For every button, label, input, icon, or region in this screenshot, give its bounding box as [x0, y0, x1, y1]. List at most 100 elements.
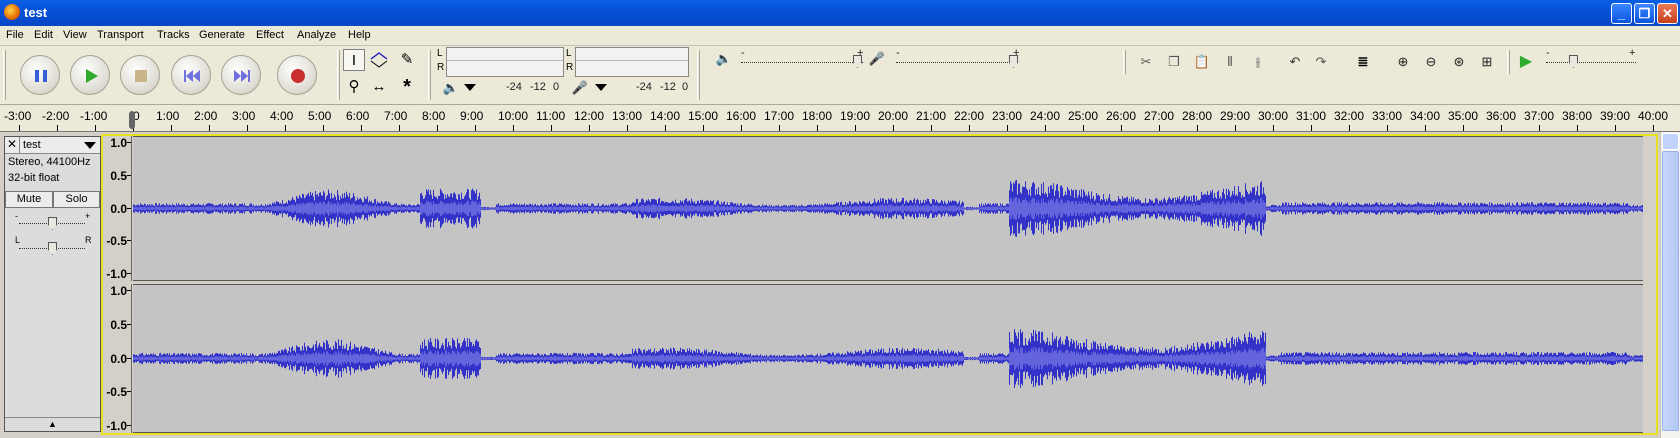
- sync-lock-icon[interactable]: ≣: [1352, 50, 1374, 72]
- waveform-right-channel[interactable]: [133, 284, 1643, 433]
- menu-effect[interactable]: Effect: [256, 29, 284, 41]
- paste-icon[interactable]: 📋: [1191, 50, 1213, 72]
- skip-to-start-button[interactable]: [171, 55, 211, 95]
- playhead-marker-icon[interactable]: [129, 111, 135, 129]
- draw-tool-icon[interactable]: ✎: [396, 49, 418, 71]
- amplitude-label: -0.5: [106, 234, 127, 249]
- toolbar-grip[interactable]: [337, 50, 340, 100]
- trim-icon[interactable]: ⫴: [1219, 50, 1241, 72]
- envelope-tool-icon[interactable]: [368, 49, 390, 71]
- ruler-tick: [969, 125, 970, 131]
- scroll-up-button[interactable]: [1662, 133, 1679, 150]
- toolbar-grip[interactable]: [428, 50, 431, 100]
- menu-transport[interactable]: Transport: [97, 29, 144, 41]
- ruler-tick: [1235, 125, 1236, 131]
- ruler-tick: [817, 125, 818, 131]
- menu-file[interactable]: File: [6, 29, 24, 41]
- ruler-tick: [95, 125, 96, 131]
- pan-slider-thumb[interactable]: [48, 242, 57, 255]
- skip-to-end-button[interactable]: [221, 55, 261, 95]
- ruler-tick: [513, 125, 514, 131]
- input-meter-right-label: R: [566, 62, 574, 73]
- pause-button[interactable]: [20, 55, 60, 95]
- ruler-label: 24:00: [1030, 109, 1061, 123]
- output-volume-thumb[interactable]: [853, 55, 862, 68]
- input-level-meter[interactable]: [575, 47, 689, 77]
- zoom-in-icon[interactable]: ⊕: [1392, 50, 1414, 72]
- ruler-label: 27:00: [1144, 109, 1175, 123]
- menu-edit[interactable]: Edit: [34, 29, 53, 41]
- cut-icon[interactable]: ✂: [1135, 50, 1157, 72]
- playback-speed-slider[interactable]: [1546, 62, 1636, 63]
- time-shift-tool-icon[interactable]: ↔: [368, 76, 390, 98]
- ruler-tick: [323, 125, 324, 131]
- ruler-tick: [855, 125, 856, 131]
- output-volume-slider[interactable]: [741, 62, 863, 63]
- menu-bar: File Edit View Transport Tracks Generate…: [0, 26, 1680, 46]
- waveform-left-channel[interactable]: [133, 136, 1643, 281]
- fit-selection-icon[interactable]: ⊛: [1448, 50, 1470, 72]
- minimize-button[interactable]: _: [1611, 3, 1632, 24]
- input-volume-slider[interactable]: [896, 62, 1018, 63]
- record-button[interactable]: [277, 55, 317, 95]
- zoom-out-icon[interactable]: ⊖: [1420, 50, 1442, 72]
- scroll-thumb[interactable]: [1662, 151, 1679, 431]
- timeline-ruler[interactable]: -3:00 -2:00 -1:00 0 1:00 2:00 3:00 4:00 5:00 6:00…: [0, 105, 1680, 132]
- output-level-meter[interactable]: [446, 47, 564, 77]
- input-meter-dropdown-icon[interactable]: [595, 84, 607, 91]
- mute-button[interactable]: Mute: [5, 191, 53, 208]
- input-scale-minus24: -24: [636, 81, 652, 93]
- ruler-label: 12:00: [574, 109, 605, 123]
- gain-slider-thumb[interactable]: [48, 217, 57, 230]
- play-button[interactable]: [70, 55, 110, 95]
- track-name[interactable]: test: [23, 139, 41, 151]
- ruler-tick: [1387, 125, 1388, 131]
- zoom-tool-icon[interactable]: ⚲: [343, 76, 365, 98]
- toolbar-grip[interactable]: [3, 50, 6, 100]
- speed-max-label: +: [1629, 47, 1636, 59]
- input-volume-thumb[interactable]: [1009, 55, 1018, 68]
- output-meter-dropdown-icon[interactable]: [464, 84, 476, 91]
- ruler-tick: [1273, 125, 1274, 131]
- fit-project-icon[interactable]: ⊞: [1476, 50, 1498, 72]
- ruler-label: 34:00: [1410, 109, 1441, 123]
- solo-button[interactable]: Solo: [53, 191, 100, 208]
- selection-tool-icon[interactable]: I: [343, 49, 365, 71]
- microphone-icon[interactable]: 🎤: [569, 77, 591, 99]
- menu-generate[interactable]: Generate: [199, 29, 245, 41]
- ruler-tick: [1463, 125, 1464, 131]
- play-at-speed-icon[interactable]: ▶: [1515, 50, 1537, 72]
- speaker-icon[interactable]: 🔈: [440, 77, 462, 99]
- playback-speed-thumb[interactable]: [1569, 55, 1578, 68]
- track-name-bar[interactable]: ✕ test: [5, 137, 100, 154]
- stop-icon: [135, 70, 147, 82]
- multi-tool-icon[interactable]: *: [396, 76, 418, 98]
- toolbar-grip[interactable]: [697, 50, 700, 100]
- output-scale-minus12: -12: [530, 81, 546, 93]
- menu-view[interactable]: View: [63, 29, 87, 41]
- close-track-icon[interactable]: ✕: [5, 137, 20, 153]
- ruler-tick: [57, 125, 58, 131]
- track-menu-dropdown-icon[interactable]: [84, 142, 96, 149]
- menu-help[interactable]: Help: [348, 29, 371, 41]
- undo-icon[interactable]: ↶: [1284, 50, 1306, 72]
- copy-icon[interactable]: ❐: [1163, 50, 1185, 72]
- restore-button[interactable]: ❐: [1634, 3, 1655, 24]
- toolbar-grip[interactable]: [1123, 50, 1126, 74]
- amplitude-label: -1.0: [106, 267, 127, 281]
- ruler-label: 39:00: [1600, 109, 1631, 123]
- close-button[interactable]: ✕: [1657, 3, 1678, 24]
- menu-tracks[interactable]: Tracks: [157, 29, 190, 41]
- vertical-scrollbar[interactable]: [1660, 132, 1680, 438]
- stop-button[interactable]: [120, 55, 160, 95]
- collapse-track-icon[interactable]: ▲: [5, 417, 100, 431]
- input-scale-minus12: -12: [660, 81, 676, 93]
- ruler-label: 37:00: [1524, 109, 1555, 123]
- redo-icon[interactable]: ↷: [1310, 50, 1332, 72]
- ruler-label: 6:00: [346, 109, 370, 123]
- menu-analyze[interactable]: Analyze: [297, 29, 336, 41]
- amplitude-label: 1.0: [110, 284, 127, 298]
- silence-icon[interactable]: ⫲: [1247, 50, 1269, 72]
- toolbar-grip[interactable]: [1507, 50, 1510, 74]
- input-volume-min-label: -: [896, 47, 900, 59]
